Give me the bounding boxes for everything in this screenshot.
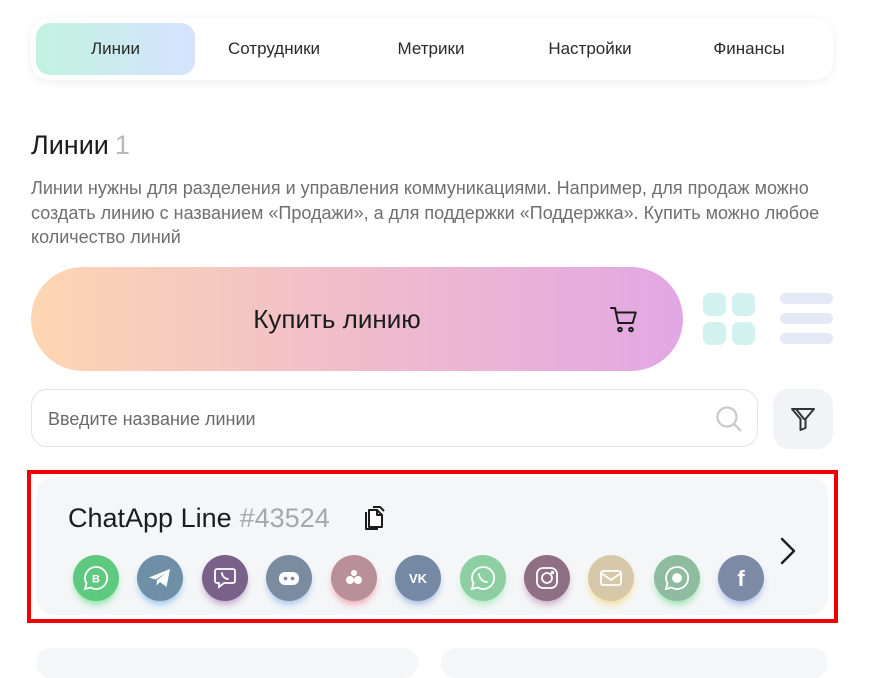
- whatsapp-icon: [460, 555, 506, 601]
- line-id: #43524: [239, 503, 330, 533]
- lines-count: 1: [114, 130, 130, 160]
- grid-view-icon[interactable]: [703, 293, 755, 345]
- search-input[interactable]: [46, 390, 690, 448]
- tab-lines[interactable]: Линии: [36, 23, 195, 75]
- svg-text:B: B: [92, 574, 100, 586]
- line-name: ChatApp Line: [68, 503, 232, 533]
- line-name-row: ChatApp Line #43524: [68, 503, 330, 534]
- viber-icon: [202, 555, 248, 601]
- mail-icon: [588, 555, 634, 601]
- page-title-text: Линии: [31, 130, 109, 160]
- list-view-icon[interactable]: [780, 293, 833, 345]
- buy-line-button[interactable]: Купить линию: [31, 267, 683, 371]
- search-icon[interactable]: [715, 405, 743, 433]
- top-tabs: Линии Сотрудники Метрики Настройки Финан…: [31, 18, 833, 80]
- tab-metrics[interactable]: Метрики: [356, 23, 506, 75]
- filter-button[interactable]: [773, 389, 833, 449]
- tab-settings[interactable]: Настройки: [515, 23, 665, 75]
- dots-icon: [331, 555, 377, 601]
- instagram-icon: [524, 555, 570, 601]
- whatsapp-business-icon: B: [73, 555, 119, 601]
- page-description: Линии нужны для разделения и управления …: [31, 178, 820, 247]
- buy-line-label: Купить линию: [253, 304, 421, 334]
- tab-finances[interactable]: Финансы: [674, 23, 824, 75]
- copy-icon[interactable]: [364, 506, 388, 532]
- telegram-icon: [137, 555, 183, 601]
- line-card-partial: [36, 648, 418, 678]
- line-card-partial: [441, 648, 828, 678]
- vk-icon: VK: [395, 555, 441, 601]
- facebook-icon: f: [718, 555, 764, 601]
- filter-icon: [791, 408, 815, 431]
- bot-icon: [266, 555, 312, 601]
- tab-employees[interactable]: Сотрудники: [199, 23, 349, 75]
- svg-text:VK: VK: [409, 571, 428, 586]
- line-card[interactable]: ChatApp Line #43524 B VK f: [36, 477, 828, 615]
- search-box: [31, 389, 758, 448]
- cart-icon: [610, 307, 637, 333]
- svg-text:f: f: [737, 566, 745, 591]
- page-title: Линии 1: [31, 130, 130, 161]
- chat-bubble-icon: [654, 555, 700, 601]
- chevron-right-icon[interactable]: [776, 535, 798, 567]
